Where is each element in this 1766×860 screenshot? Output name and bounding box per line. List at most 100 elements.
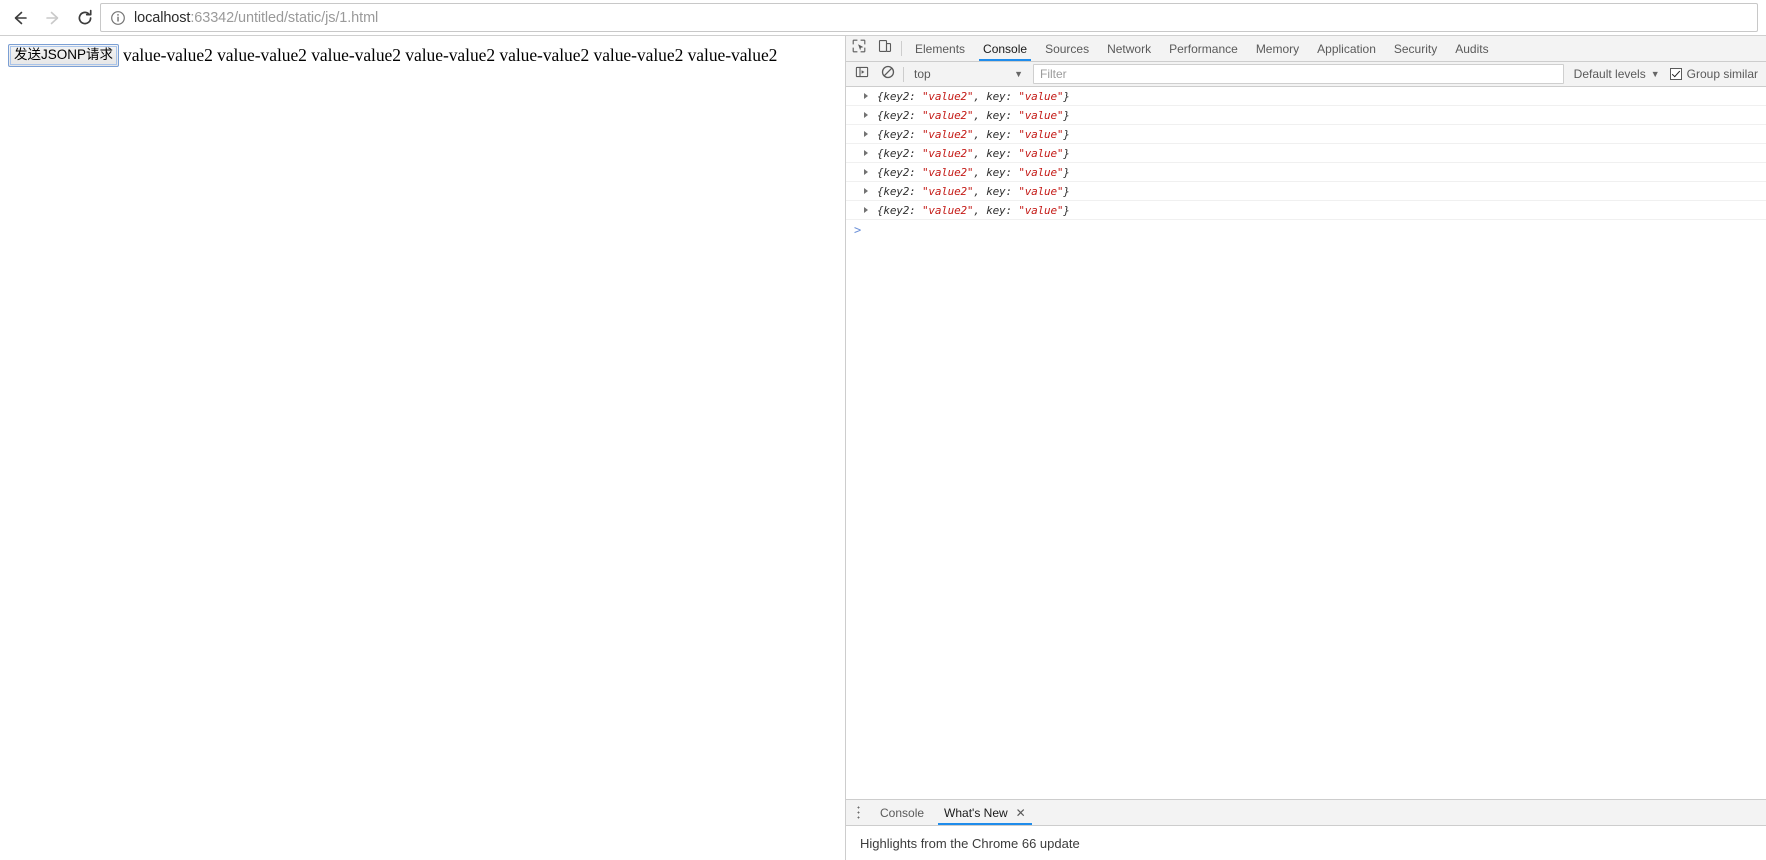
preview-value-1: "value2" [921,108,974,122]
tab-label: Memory [1255,41,1300,56]
chevron-down-icon: ▼ [1014,69,1023,79]
object-preview: {key2: "value2", key: "value"} [877,109,1070,122]
preview-value-1: "value2" [921,165,974,179]
tab-memory[interactable]: Memory [1247,36,1308,61]
tab-label: Performance [1169,41,1238,56]
url-path: :63342/untitled/static/js/1.html [190,9,379,26]
object-preview: {key2: "value2", key: "value"} [877,166,1070,179]
console-prompt[interactable]: > [846,220,1766,239]
page-content: 发送JSONP请求 value-value2 value-value2 value… [0,36,845,68]
arrow-left-icon [10,8,30,28]
drawer-tab-label: What's New [944,805,1008,820]
url-host: localhost [134,9,191,26]
preview-open: {key2: [877,89,922,103]
devtools-tabbar: Elements Console Sources Network Perform… [846,36,1766,62]
preview-value-2: "value" [1018,165,1064,179]
console-row[interactable]: {key2: "value2", key: "value"} [846,125,1766,144]
levels-label: Default levels [1573,67,1646,81]
tab-label: Sources [1045,41,1090,56]
drawer-tab-console[interactable]: Console [870,800,934,825]
object-preview: {key2: "value2", key: "value"} [877,147,1070,160]
disclosure-triangle-icon[interactable] [860,188,872,194]
drawer-more-options-button[interactable] [846,800,870,825]
chevron-down-icon: ▼ [1650,69,1660,79]
console-row[interactable]: {key2: "value2", key: "value"} [846,163,1766,182]
console-sidebar-button[interactable] [849,62,875,86]
tab-label: Elements [915,41,966,56]
preview-close: } [1063,165,1070,179]
url-text: localhost:63342/untitled/static/js/1.htm… [134,10,378,26]
group-similar-toggle[interactable]: Group similar [1664,67,1766,81]
close-icon[interactable]: ✕ [1016,807,1026,819]
devtools-drawer: Console What's New ✕ Highlights from the… [846,799,1766,860]
device-toolbar-icon [878,39,892,58]
prompt-arrow-icon: > [854,222,862,237]
clear-console-icon [881,65,895,84]
tab-audits[interactable]: Audits [1446,36,1497,61]
console-row[interactable]: {key2: "value2", key: "value"} [846,106,1766,125]
device-toolbar-button[interactable] [872,36,898,61]
console-message-list[interactable]: {key2: "value2", key: "value"} {key2: "v… [846,87,1766,799]
preview-value-1: "value2" [921,203,974,217]
log-levels-selector[interactable]: Default levels ▼ [1568,67,1664,81]
drawer-tab-whats-new[interactable]: What's New ✕ [934,800,1036,825]
preview-close: } [1063,203,1070,217]
clear-console-button[interactable] [875,62,901,86]
disclosure-triangle-icon[interactable] [860,131,872,137]
send-jsonp-request-button[interactable]: 发送JSONP请求 [8,44,120,68]
preview-close: } [1063,146,1070,160]
disclosure-triangle-icon[interactable] [860,112,872,118]
preview-mid: , key: [973,146,1019,160]
console-filter-input[interactable] [1033,64,1564,84]
preview-value-1: "value2" [921,146,974,160]
console-sidebar-icon [855,65,869,84]
devtools-panel: Elements Console Sources Network Perform… [845,36,1766,860]
url-bar[interactable]: localhost:63342/untitled/static/js/1.htm… [100,3,1758,32]
disclosure-triangle-icon[interactable] [860,169,872,175]
preview-close: } [1063,89,1070,103]
tab-label: Network [1107,41,1152,56]
preview-value-1: "value2" [921,127,974,141]
tab-label: Security [1393,41,1438,56]
disclosure-triangle-icon[interactable] [860,93,872,99]
tab-network[interactable]: Network [1098,36,1160,61]
drawer-tab-label: Console [880,805,925,820]
preview-open: {key2: [877,146,922,160]
tab-label: Application [1317,41,1376,56]
back-button[interactable] [5,3,35,33]
disclosure-triangle-icon[interactable] [860,150,872,156]
console-row[interactable]: {key2: "value2", key: "value"} [846,201,1766,220]
console-row[interactable]: {key2: "value2", key: "value"} [846,87,1766,106]
tab-elements[interactable]: Elements [906,36,974,61]
drawer-tabbar: Console What's New ✕ [846,800,1766,826]
preview-mid: , key: [973,108,1019,122]
preview-close: } [1063,184,1070,198]
preview-open: {key2: [877,108,922,122]
execution-context-selector[interactable]: top ▼ [909,64,1029,84]
preview-open: {key2: [877,127,922,141]
tab-security[interactable]: Security [1385,36,1446,61]
preview-close: } [1063,127,1070,141]
preview-mid: , key: [973,184,1019,198]
inspect-element-button[interactable] [846,36,872,61]
console-row[interactable]: {key2: "value2", key: "value"} [846,144,1766,163]
preview-open: {key2: [877,203,922,217]
console-row[interactable]: {key2: "value2", key: "value"} [846,182,1766,201]
preview-mid: , key: [973,127,1019,141]
preview-value-1: "value2" [921,184,974,198]
object-preview: {key2: "value2", key: "value"} [877,204,1070,217]
preview-value-2: "value" [1018,184,1064,198]
info-circle-icon[interactable] [110,10,126,26]
disclosure-triangle-icon[interactable] [860,207,872,213]
forward-button[interactable] [38,3,68,33]
tab-label: Console [983,41,1028,56]
toolbar-divider [903,66,904,82]
preview-open: {key2: [877,184,922,198]
preview-value-2: "value" [1018,108,1064,122]
reload-button[interactable] [70,3,100,33]
tab-sources[interactable]: Sources [1036,36,1098,61]
group-similar-checkbox[interactable] [1669,68,1682,80]
tab-application[interactable]: Application [1308,36,1385,61]
tab-console[interactable]: Console [974,36,1036,61]
tab-performance[interactable]: Performance [1160,36,1247,61]
